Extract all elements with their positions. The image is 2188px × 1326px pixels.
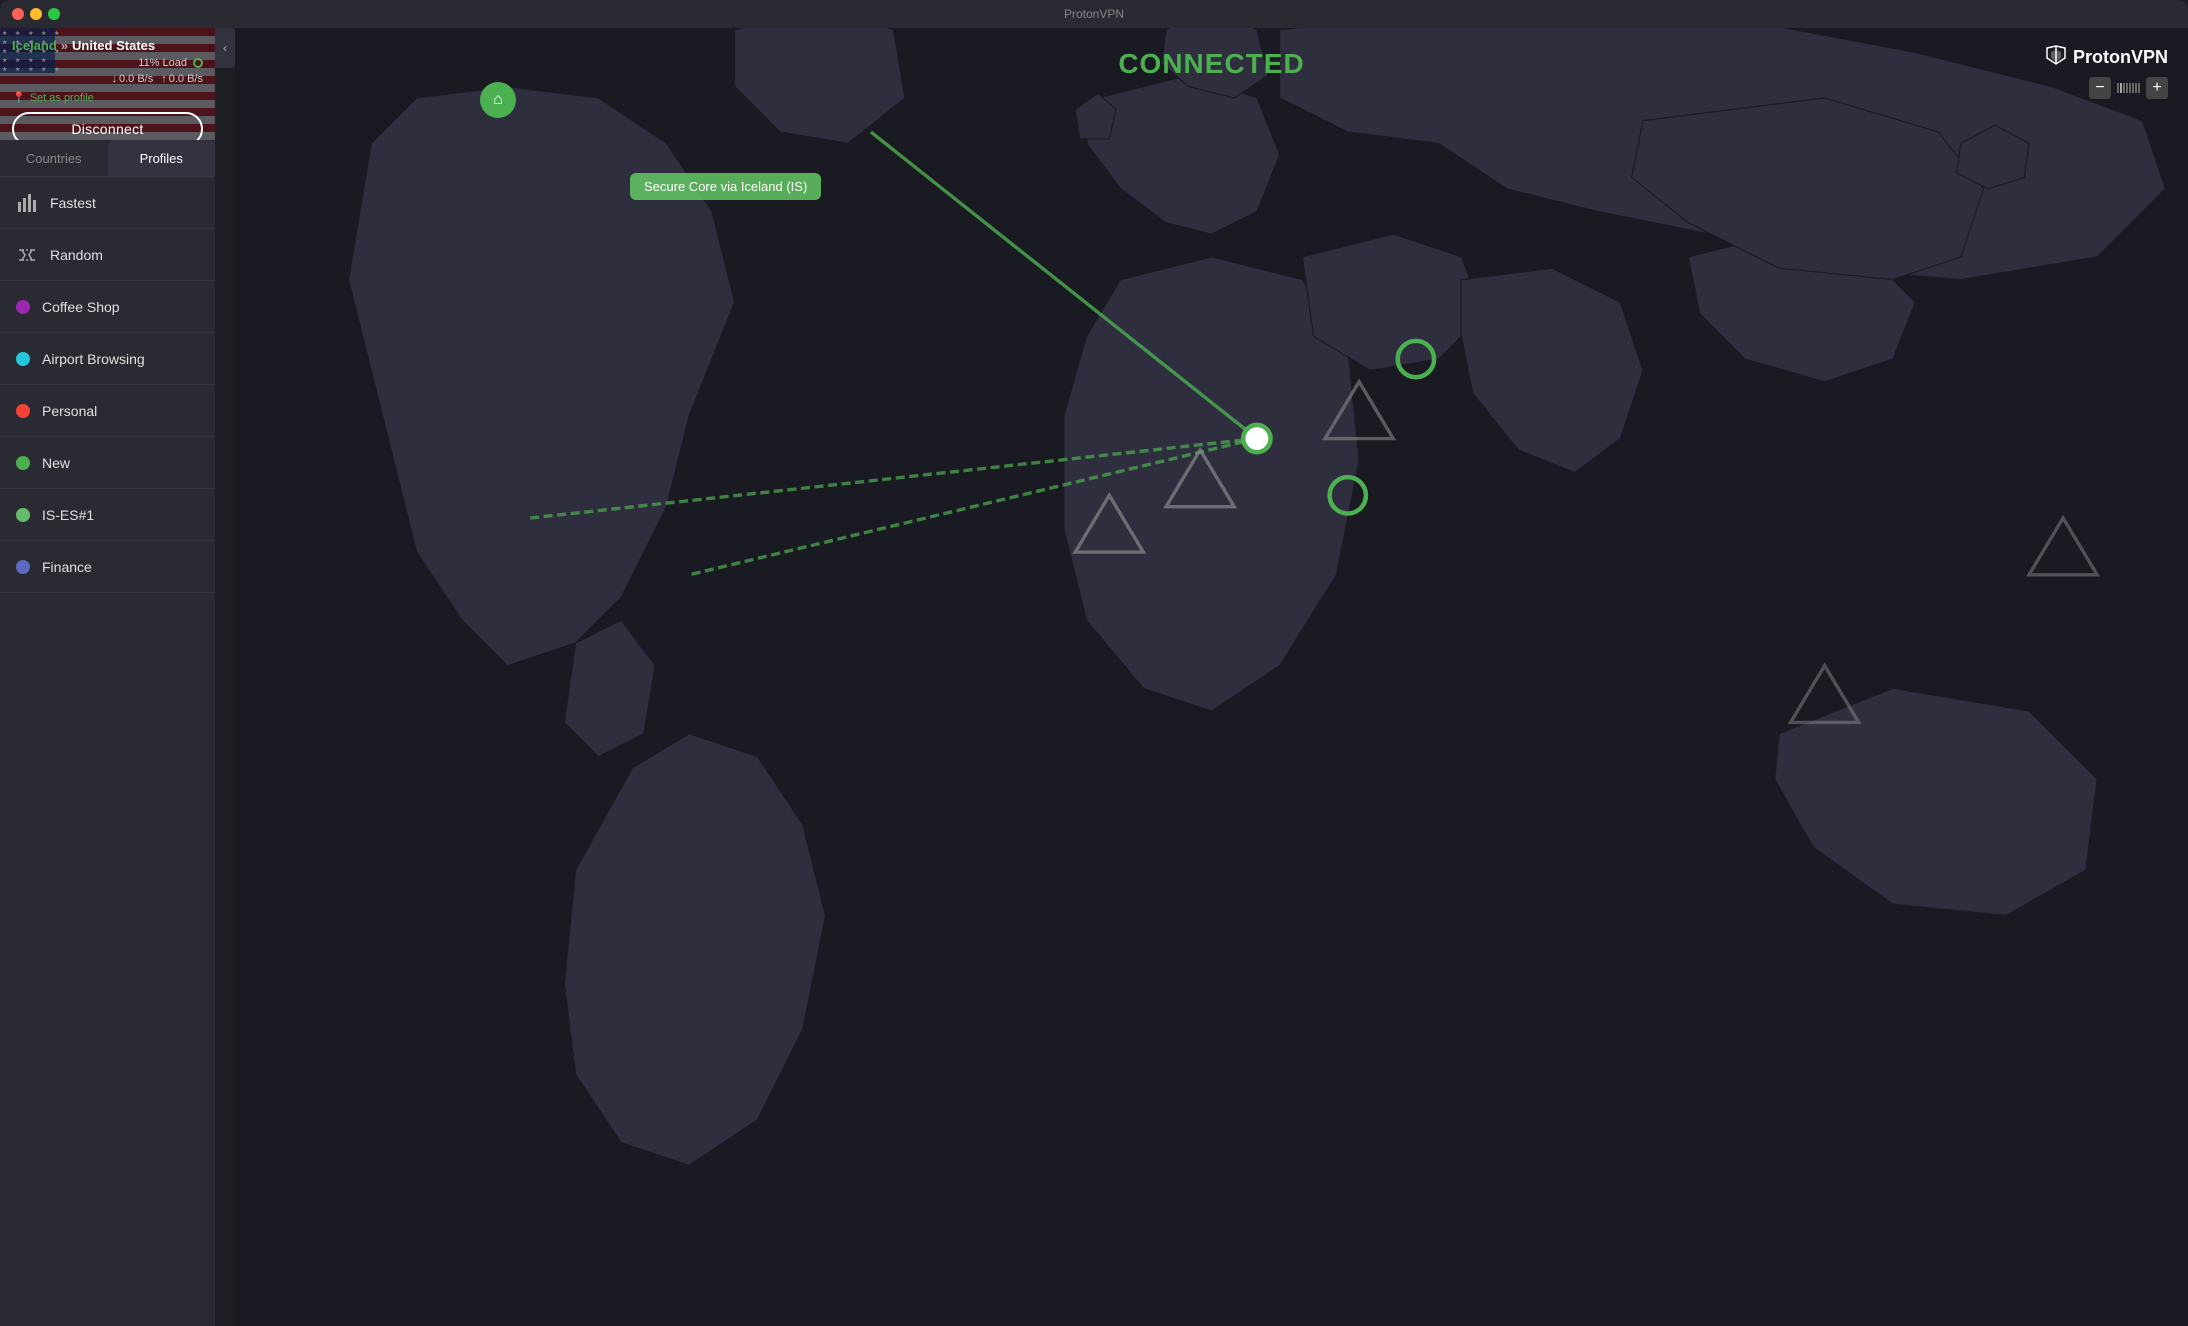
zoom-in-button[interactable]: +	[2146, 77, 2168, 99]
random-label: Random	[50, 247, 103, 263]
new-label: New	[42, 455, 70, 471]
close-button[interactable]	[12, 8, 24, 20]
bars-icon	[16, 194, 38, 212]
airport-browsing-dot	[16, 352, 30, 366]
proton-name-display: ProtonVPN	[2045, 44, 2168, 71]
proton-logo-icon	[2045, 44, 2067, 71]
list-item-random[interactable]: Random	[0, 229, 215, 281]
download-value: 0.0 B/s	[119, 73, 153, 85]
connection-load: 11% Load	[12, 57, 203, 69]
list-item-finance[interactable]: Finance	[0, 541, 215, 593]
sidebar-collapse-button[interactable]: ‹	[215, 28, 235, 68]
sidebar: ★ ★ ★ ★ ★★ ★ ★ ★★ ★ ★ ★ ★★ ★ ★ ★★ ★ ★ ★ …	[0, 28, 215, 1326]
zoom-out-button[interactable]: −	[2089, 77, 2111, 99]
zoom-tick-3	[2123, 83, 2125, 93]
home-icon: ⌂	[493, 91, 503, 109]
zoom-tick-6	[2132, 83, 2134, 93]
zoom-tick-4	[2126, 83, 2128, 93]
is-es1-label: IS-ES#1	[42, 507, 94, 523]
connected-status: CONNECTED	[1118, 48, 1304, 80]
window-controls	[12, 8, 60, 20]
zoom-tick-1	[2117, 83, 2119, 93]
upload-speed: ↑ 0.0 B/s	[161, 73, 203, 85]
coffee-shop-label: Coffee Shop	[42, 299, 120, 315]
list-item-is-es1[interactable]: IS-ES#1	[0, 489, 215, 541]
set-profile-label: Set as profile	[30, 92, 94, 104]
route-arrow: »	[61, 38, 68, 53]
shuffle-icon	[16, 246, 38, 264]
profiles-tab-label: Profiles	[140, 151, 183, 166]
connection-info: Iceland » United States 11% Load ↓ 0.0 B…	[0, 28, 215, 140]
list-item-personal[interactable]: Personal	[0, 385, 215, 437]
list-item-airport-browsing[interactable]: Airport Browsing	[0, 333, 215, 385]
countries-tab-label: Countries	[26, 151, 82, 166]
world-map	[235, 28, 2188, 1326]
zoom-tick-8	[2138, 83, 2140, 93]
connection-header: ★ ★ ★ ★ ★★ ★ ★ ★★ ★ ★ ★ ★★ ★ ★ ★★ ★ ★ ★ …	[0, 28, 215, 140]
upload-value: 0.0 B/s	[169, 73, 203, 85]
airport-browsing-label: Airport Browsing	[42, 351, 145, 367]
proton-brand-name: ProtonVPN	[2073, 47, 2168, 68]
app-title: ProtonVPN	[1064, 7, 1124, 21]
pin-icon: 📍	[12, 91, 26, 104]
titlebar: ProtonVPN	[0, 0, 2188, 28]
list-item-new[interactable]: New	[0, 437, 215, 489]
list-item-fastest[interactable]: Fastest	[0, 177, 215, 229]
profile-list: Fastest Random Coffee Shop Airport Brows…	[0, 177, 215, 1326]
coffee-shop-dot	[16, 300, 30, 314]
finance-dot	[16, 560, 30, 574]
tab-profiles[interactable]: Profiles	[108, 140, 216, 176]
zoom-tick-7	[2135, 83, 2137, 93]
home-node: ⌂	[480, 82, 516, 118]
set-profile-link[interactable]: 📍 Set as profile	[12, 91, 203, 104]
connection-route: Iceland » United States	[12, 38, 203, 53]
personal-label: Personal	[42, 403, 97, 419]
finance-label: Finance	[42, 559, 92, 575]
zoom-controls: − +	[2089, 77, 2168, 99]
load-indicator	[193, 58, 203, 68]
chevron-left-icon: ‹	[223, 41, 227, 55]
proton-brand: ProtonVPN − +	[2045, 44, 2168, 99]
server-tooltip: Secure Core via Iceland (IS)	[630, 173, 821, 200]
connection-speed: ↓ 0.0 B/s ↑ 0.0 B/s	[12, 73, 203, 85]
tabs-bar: Countries Profiles	[0, 140, 215, 177]
is-es1-dot	[16, 508, 30, 522]
maximize-button[interactable]	[48, 8, 60, 20]
zoom-tick-5	[2129, 83, 2131, 93]
download-speed: ↓ 0.0 B/s	[112, 73, 154, 85]
zoom-tick-2	[2120, 83, 2122, 93]
minimize-button[interactable]	[30, 8, 42, 20]
destination-country: United States	[72, 38, 155, 53]
fastest-label: Fastest	[50, 195, 96, 211]
map-area: ⌂ CONNECTED Secure Core via Iceland (IS)…	[235, 28, 2188, 1326]
new-dot	[16, 456, 30, 470]
down-arrow-icon: ↓	[112, 73, 118, 85]
list-item-coffee-shop[interactable]: Coffee Shop	[0, 281, 215, 333]
zoom-slider	[2117, 83, 2140, 93]
load-text: 11% Load	[138, 57, 187, 69]
origin-country: Iceland	[12, 38, 57, 53]
up-arrow-icon: ↑	[161, 73, 167, 85]
tab-countries[interactable]: Countries	[0, 140, 108, 176]
personal-dot	[16, 404, 30, 418]
disconnect-button[interactable]: Disconnect	[12, 112, 203, 140]
